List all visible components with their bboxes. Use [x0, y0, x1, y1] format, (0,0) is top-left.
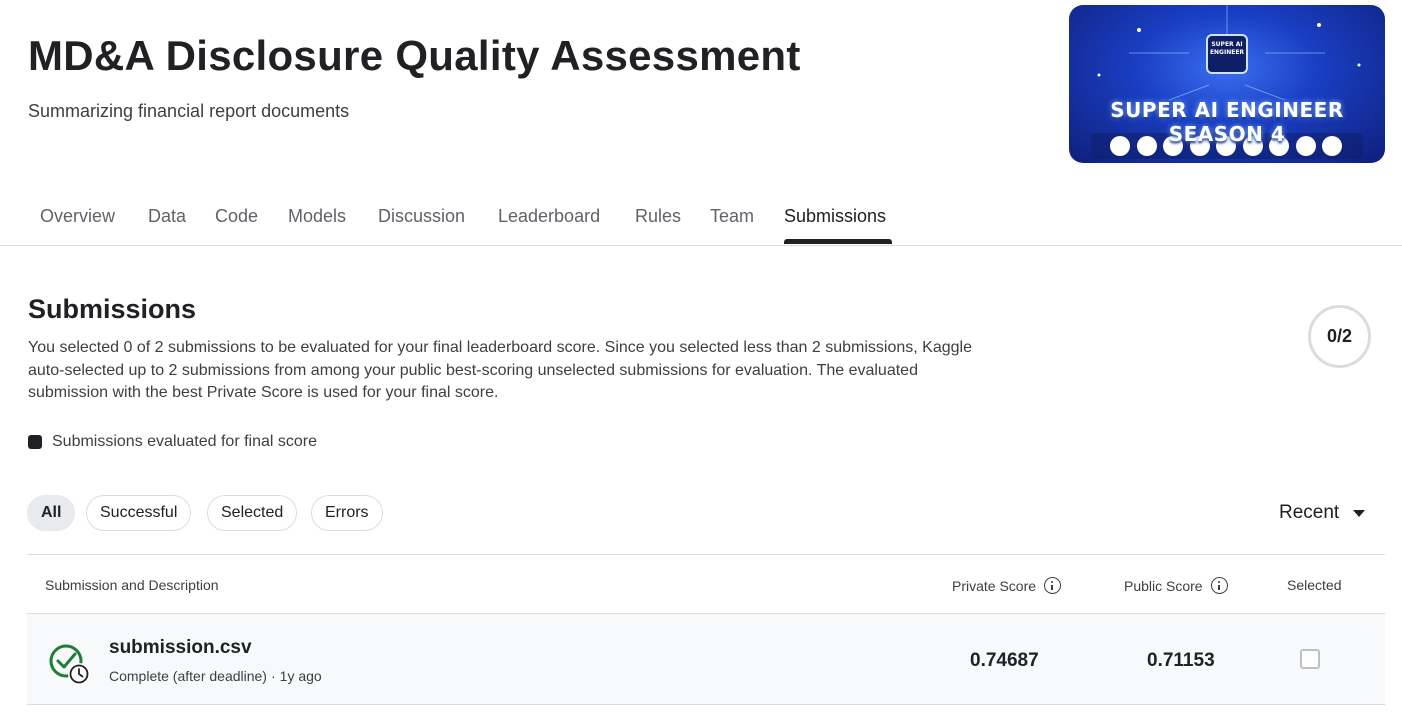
legend-swatch [28, 435, 42, 449]
banner-chip-label: SUPER AI ENGINEER [1209, 41, 1245, 56]
header-public-label: Public Score [1124, 577, 1203, 594]
table-header: Submission and Description Private Score… [27, 554, 1385, 614]
tab-data[interactable]: Data [148, 206, 186, 227]
tab-models[interactable]: Models [288, 206, 346, 227]
legend: Submissions evaluated for final score [28, 433, 317, 451]
header-submission: Submission and Description [45, 577, 219, 593]
tab-discussion[interactable]: Discussion [378, 206, 465, 227]
filter-successful[interactable]: Successful [86, 495, 192, 531]
header-selected: Selected [1287, 577, 1341, 593]
tab-overview[interactable]: Overview [40, 206, 115, 227]
page-subtitle: Summarizing financial report documents [28, 101, 350, 121]
filter-all[interactable]: All [27, 495, 76, 531]
tab-code[interactable]: Code [215, 206, 258, 227]
tab-team[interactable]: Team [710, 206, 754, 227]
header-selected-label: Selected [1287, 577, 1342, 593]
submission-status: Complete (after deadline) [109, 668, 267, 684]
select-checkbox[interactable] [1300, 649, 1320, 669]
caret-down-icon [1353, 509, 1366, 517]
tab-rules[interactable]: Rules [635, 206, 681, 227]
section-description: You selected 0 of 2 submissions to be ev… [28, 339, 972, 401]
submission-file-name[interactable]: submission.csv [109, 637, 252, 659]
meta-separator: · [270, 668, 276, 684]
check-circle-clock-icon [49, 644, 90, 685]
submission-age: 1y ago [279, 668, 322, 684]
info-icon[interactable] [1044, 577, 1062, 594]
filter-errors[interactable]: Errors [311, 495, 383, 531]
sort-dropdown[interactable]: Recent [1279, 502, 1366, 524]
tab-leaderboard[interactable]: Leaderboard [498, 206, 600, 227]
active-tab-indicator [784, 239, 892, 244]
private-score: 0.74687 [970, 650, 1039, 671]
info-icon[interactable] [1210, 577, 1228, 594]
header-submission-label: Submission and Description [45, 577, 219, 593]
page-title: MD&A Disclosure Quality Assessment [28, 32, 801, 79]
header-private-label: Private Score [952, 577, 1037, 594]
header-private-score: Private Score [952, 577, 1062, 594]
tab-bar: Overview Data Code Models Discussion Lea… [0, 190, 1402, 246]
filter-selected[interactable]: Selected [207, 495, 298, 531]
section-title: Submissions [28, 294, 197, 324]
submissions-table: Submission and Description Private Score… [27, 554, 1385, 705]
tab-submissions[interactable]: Submissions [784, 206, 886, 227]
public-score: 0.71153 [1147, 650, 1215, 671]
legend-label: Submissions evaluated for final score [52, 433, 318, 450]
submission-meta: Complete (after deadline) · 1y ago [109, 668, 322, 684]
sort-label: Recent [1279, 502, 1340, 523]
header-public-score: Public Score [1124, 577, 1228, 594]
table-row[interactable]: submission.csv Complete (after deadline)… [27, 614, 1385, 705]
competition-banner: SUPER AI ENGINEER SUPER AI ENGINEER SEAS… [1069, 5, 1385, 163]
selection-counter: 0/2 [1308, 305, 1371, 368]
banner-text: SUPER AI ENGINEER SEASON 4 [1110, 98, 1344, 146]
selection-counter-value: 0/2 [1326, 326, 1353, 346]
